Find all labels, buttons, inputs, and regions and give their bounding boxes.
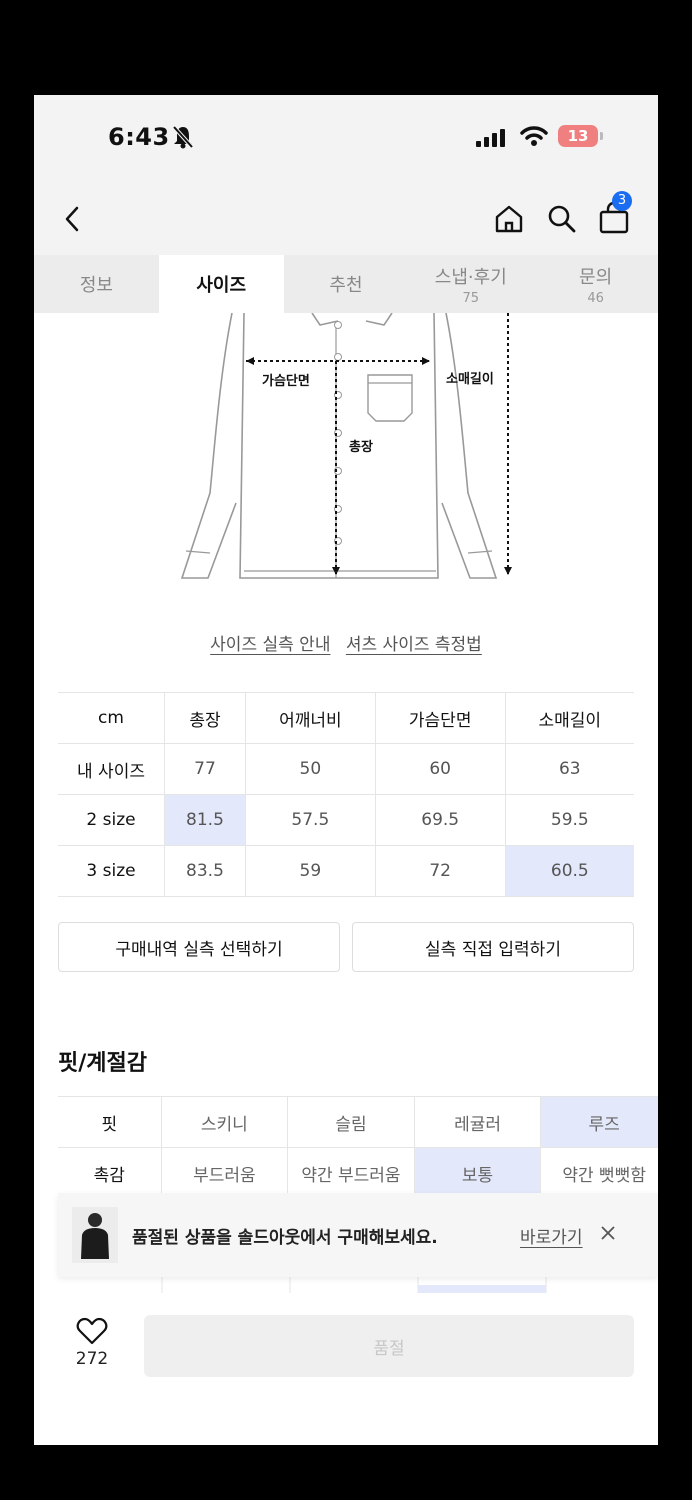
like-count: 272 (75, 1349, 109, 1369)
app-screen: 6:43 13 3 정보 사이즈 추천 스냅·후기 75 문의 46 가슴단면 … (34, 95, 658, 1445)
table-cell: 레귤러 (414, 1096, 542, 1148)
table-cell: 57.5 (245, 794, 376, 846)
search-icon[interactable] (546, 203, 578, 235)
tab-label: 스냅·후기 (434, 266, 507, 288)
table-row: 3 size 83.5 59 72 60.5 (58, 845, 634, 897)
row-label: 내 사이즈 (58, 743, 165, 795)
row-label: 촉감 (58, 1147, 162, 1199)
table-cell-highlight: 보통 (414, 1147, 542, 1199)
tab-recommend[interactable]: 추천 (284, 255, 409, 313)
signal-icon (476, 129, 505, 147)
back-arrow-icon[interactable] (64, 205, 80, 233)
tab-label: 문의 (579, 266, 613, 288)
heart-icon[interactable] (76, 1317, 108, 1345)
table-cell: 약간 부드러움 (287, 1147, 415, 1199)
table-cell: 69.5 (375, 794, 506, 846)
table-header-cell: 총장 (164, 692, 246, 744)
tab-count: 46 (587, 290, 604, 306)
product-thumbnail (72, 1207, 118, 1263)
table-header-cell: cm (58, 692, 165, 744)
fit-section-title: 핏/계절감 (58, 1051, 147, 1076)
select-purchase-history-button[interactable]: 구매내역 실측 선택하기 (58, 922, 340, 972)
battery-tip (600, 132, 603, 140)
table-cell: 60 (375, 743, 506, 795)
measure-buttons: 구매내역 실측 선택하기 실측 직접 입력하기 (58, 922, 634, 972)
tab-info[interactable]: 정보 (34, 255, 159, 313)
status-bar: 6:43 13 (34, 95, 658, 183)
table-cell: 72 (375, 845, 506, 897)
size-diagram: 가슴단면 소매길이 총장 (174, 312, 534, 593)
diagram-label-chest: 가슴단면 (262, 374, 310, 389)
home-icon[interactable] (493, 203, 525, 235)
status-time: 6:43 (108, 123, 170, 151)
table-cell: 59.5 (505, 794, 634, 846)
soldout-button[interactable]: 품절 (144, 1315, 634, 1377)
diagram-label-length: 총장 (349, 440, 373, 455)
table-row: 2 size 81.5 57.5 69.5 59.5 (58, 794, 634, 846)
shirt-measure-link[interactable]: 셔츠 사이즈 측정법 (346, 635, 482, 655)
size-guide-links: 사이즈 실측 안내 셔츠 사이즈 측정법 (34, 630, 658, 655)
row-label: 2 size (58, 794, 165, 846)
go-now-link[interactable]: 바로가기 (520, 1223, 583, 1248)
table-cell: 스키니 (161, 1096, 289, 1148)
manual-input-button[interactable]: 실측 직접 입력하기 (352, 922, 634, 972)
bottom-action-bar: 272 품절 (34, 1293, 658, 1445)
product-tabs: 정보 사이즈 추천 스냅·후기 75 문의 46 (34, 255, 658, 313)
battery-indicator: 13 (558, 125, 598, 147)
wifi-icon (520, 126, 548, 146)
table-row: 내 사이즈 77 50 60 63 (58, 743, 634, 795)
table-header-cell: 소매길이 (505, 692, 634, 744)
table-cell: 50 (245, 743, 376, 795)
row-label: 3 size (58, 845, 165, 897)
tab-snap-review[interactable]: 스냅·후기 75 (408, 255, 533, 313)
close-icon[interactable] (598, 1223, 618, 1243)
table-cell: 77 (164, 743, 246, 795)
table-cell: 83.5 (164, 845, 246, 897)
table-header-row: cm 총장 어깨너비 가슴단면 소매길이 (58, 692, 634, 744)
table-cell-highlight: 81.5 (164, 794, 246, 846)
bell-muted-icon (172, 125, 194, 149)
tab-count: 75 (462, 290, 480, 306)
fit-table: 핏 스키니 슬림 레귤러 루즈 촉감 부드러움 약간 부드러움 보통 약간 뻣뻣… (58, 1096, 658, 1199)
table-cell: 59 (245, 845, 376, 897)
table-header-cell: 가슴단면 (375, 692, 506, 744)
table-cell: 슬림 (287, 1096, 415, 1148)
table-cell: 부드러움 (161, 1147, 289, 1199)
table-cell: 약간 뻣뻣함 (540, 1147, 658, 1199)
tab-inquiry[interactable]: 문의 46 (533, 255, 658, 313)
tab-size[interactable]: 사이즈 (158, 255, 284, 313)
table-cell-highlight: 루즈 (540, 1096, 658, 1148)
table-header-cell: 어깨너비 (245, 692, 376, 744)
table-row: 핏 스키니 슬림 레귤러 루즈 (58, 1096, 658, 1148)
tab-label: 추천 (329, 275, 363, 296)
cart-count-badge: 3 (612, 191, 632, 211)
table-cell-highlight: 60.5 (505, 845, 634, 897)
table-cell: 63 (505, 743, 634, 795)
tab-label: 정보 (79, 275, 113, 296)
row-label: 핏 (58, 1096, 162, 1148)
banner-text: 품절된 상품을 솔드아웃에서 구매해보세요. (132, 1228, 438, 1248)
soldout-banner: 품절된 상품을 솔드아웃에서 구매해보세요. 바로가기 (58, 1193, 658, 1277)
size-guide-link[interactable]: 사이즈 실측 안내 (210, 635, 330, 655)
table-row: 촉감 부드러움 약간 부드러움 보통 약간 뻣뻣함 (58, 1147, 658, 1199)
tab-label: 사이즈 (196, 275, 247, 296)
diagram-label-sleeve: 소매길이 (446, 372, 494, 387)
size-table: cm 총장 어깨너비 가슴단면 소매길이 내 사이즈 77 50 60 63 2… (58, 692, 634, 897)
top-nav: 3 (34, 183, 658, 255)
